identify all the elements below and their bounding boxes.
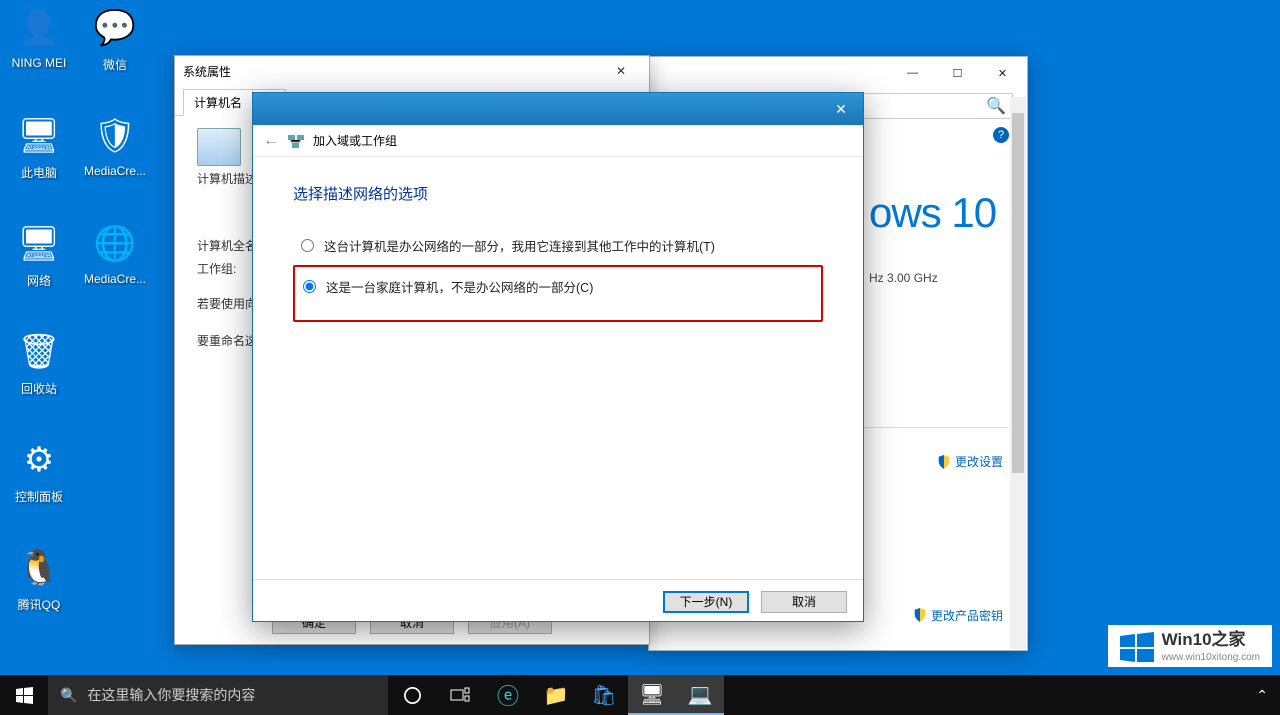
join-domain-wizard: ✕ ← 加入域或工作组 选择描述网络的选项 这台计算机是办公网络的一部分，我用它… bbox=[252, 92, 864, 622]
computer-icon: 🖥 bbox=[15, 112, 63, 160]
store-icon: 🛍 bbox=[591, 683, 616, 708]
desktop-icon-recycle[interactable]: 🗑回收站 bbox=[2, 328, 76, 397]
computer-icon: 💻 bbox=[688, 682, 713, 707]
search-icon: 🔍 bbox=[60, 687, 77, 704]
qq-icon: 🐧 bbox=[15, 544, 63, 592]
cortana-button[interactable] bbox=[388, 675, 436, 715]
wizard-header[interactable]: ✕ bbox=[253, 93, 863, 125]
minimize-button[interactable]: — bbox=[890, 58, 935, 88]
computer-icon bbox=[197, 128, 241, 166]
wizard-title: 加入域或工作组 bbox=[313, 132, 397, 149]
taskbar-store[interactable]: 🛍 bbox=[580, 675, 628, 715]
desktop-icon-network[interactable]: 🖥网络 bbox=[2, 220, 76, 289]
change-settings-link[interactable]: 更改设置 bbox=[937, 453, 1003, 470]
windows-brand: ows 10 bbox=[869, 189, 1007, 237]
next-button[interactable]: 下一步(N) bbox=[663, 591, 749, 613]
task-view-button[interactable] bbox=[436, 675, 484, 715]
cancel-button[interactable]: 取消 bbox=[761, 591, 847, 613]
taskbar-system-properties[interactable]: 💻 bbox=[676, 675, 724, 715]
maximize-button[interactable]: ☐ bbox=[935, 58, 980, 88]
desktop-icon-control-panel[interactable]: ⚙控制面板 bbox=[2, 436, 76, 505]
desktop-icon-mediacreation2[interactable]: 🌐MediaCre... bbox=[78, 220, 152, 286]
task-view-icon bbox=[450, 687, 470, 703]
taskbar-search[interactable]: 🔍 在这里输入你要搜索的内容 bbox=[48, 675, 388, 715]
globe-icon: 🌐 bbox=[91, 220, 139, 268]
watermark: Win10之家 www.win10xitong.com bbox=[1108, 625, 1272, 667]
recycle-bin-icon: 🗑 bbox=[15, 328, 63, 376]
windows-logo-icon bbox=[16, 687, 33, 704]
close-button[interactable]: ✕ bbox=[601, 64, 641, 78]
cpu-spec: Hz 3.00 GHz bbox=[869, 271, 1007, 285]
network-wizard-icon bbox=[287, 132, 305, 150]
back-button[interactable]: ← bbox=[263, 132, 279, 150]
taskbar-explorer[interactable]: 📁 bbox=[532, 675, 580, 715]
option-office-network[interactable]: 这台计算机是办公网络的一部分，我用它连接到其他工作中的计算机(T) bbox=[293, 230, 823, 261]
windows-logo-icon bbox=[1120, 632, 1154, 662]
watermark-title: Win10之家 bbox=[1162, 631, 1260, 649]
help-icon[interactable]: ? bbox=[993, 127, 1009, 143]
radio-office[interactable] bbox=[301, 239, 314, 252]
edge-icon: ⓔ bbox=[497, 679, 519, 711]
system-tray[interactable]: ⌃ bbox=[1250, 675, 1280, 715]
desktop-icon-this-pc[interactable]: 🖥此电脑 bbox=[2, 112, 76, 181]
wizard-footer: 下一步(N) 取消 bbox=[253, 579, 863, 623]
desktop-icon-user[interactable]: 👤NING MEI bbox=[2, 4, 76, 70]
start-button[interactable] bbox=[0, 675, 48, 715]
taskbar-system-window[interactable]: 🖥 bbox=[628, 675, 676, 715]
control-panel-icon: ⚙ bbox=[15, 436, 63, 484]
network-icon: 🖥 bbox=[15, 220, 63, 268]
radio-home[interactable] bbox=[303, 280, 316, 293]
taskbar-edge[interactable]: ⓔ bbox=[484, 675, 532, 715]
tab-computer-name[interactable]: 计算机名 bbox=[183, 89, 253, 116]
desktop-icon-qq[interactable]: 🐧腾讯QQ bbox=[2, 544, 76, 613]
close-button[interactable]: ✕ bbox=[819, 93, 863, 125]
circle-icon bbox=[403, 686, 422, 705]
user-icon: 👤 bbox=[15, 4, 63, 52]
folder-icon: 📁 bbox=[544, 683, 569, 708]
titlebar[interactable]: — ☐ ✕ bbox=[649, 57, 1027, 89]
dialog-title: 系统属性 bbox=[183, 63, 231, 80]
close-button[interactable]: ✕ bbox=[980, 58, 1025, 88]
taskbar: 🔍 在这里输入你要搜索的内容 ⓔ 📁 🛍 🖥 💻 ⌃ bbox=[0, 675, 1280, 715]
change-product-key-link[interactable]: 更改产品密钥 bbox=[913, 607, 1003, 624]
search-icon: 🔍 bbox=[986, 96, 1006, 116]
watermark-url: www.win10xitong.com bbox=[1162, 652, 1260, 663]
shield-icon: 🛡 bbox=[91, 112, 139, 160]
search-placeholder: 在这里输入你要搜索的内容 bbox=[87, 685, 255, 705]
desktop-icon-mediacreation1[interactable]: 🛡MediaCre... bbox=[78, 112, 152, 178]
titlebar[interactable]: 系统属性 ✕ bbox=[175, 56, 649, 86]
wizard-subheader: ← 加入域或工作组 bbox=[253, 125, 863, 157]
desktop-icon-wechat[interactable]: 💬微信 bbox=[78, 4, 152, 73]
wechat-icon: 💬 bbox=[91, 4, 139, 52]
shield-icon bbox=[913, 608, 927, 622]
shield-icon bbox=[937, 455, 951, 469]
wizard-heading: 选择描述网络的选项 bbox=[293, 183, 823, 204]
option-home-computer[interactable]: 这是一台家庭计算机，不是办公网络的一部分(C) bbox=[293, 265, 823, 322]
chevron-up-icon[interactable]: ⌃ bbox=[1250, 687, 1274, 704]
computer-icon: 🖥 bbox=[639, 682, 664, 707]
